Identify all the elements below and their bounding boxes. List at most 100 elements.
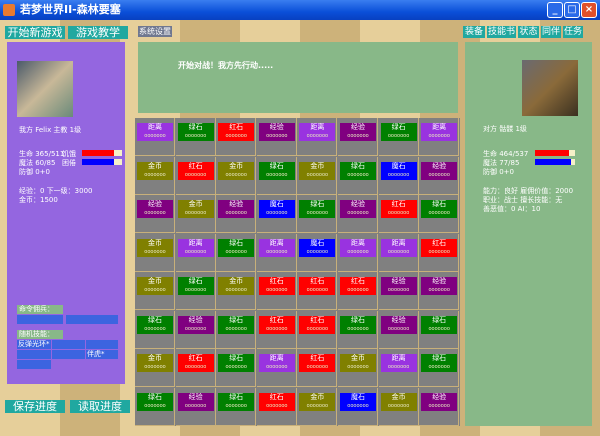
board-cell[interactable]: 绿石 ooooooo	[216, 310, 257, 349]
board-cell[interactable]: 距离 ooooooo	[338, 233, 378, 272]
skill-slot[interactable]	[52, 350, 85, 359]
gem-tile[interactable]: 经验 ooooooo	[177, 392, 214, 411]
board-cell[interactable]: 红石 ooooooo	[297, 349, 338, 387]
skill-slot[interactable]	[17, 360, 51, 369]
gem-tile[interactable]: 魔石 ooooooo	[380, 161, 417, 180]
board-cell[interactable]: 红石 ooooooo	[256, 272, 297, 310]
board-cell[interactable]: 绿石 ooooooo	[338, 310, 378, 349]
gem-tile[interactable]: 绿石 ooooooo	[218, 238, 255, 257]
settings-button[interactable]: 系统设置	[138, 26, 172, 37]
board-cell[interactable]: 绿石 ooooooo	[216, 387, 257, 426]
board-cell[interactable]: 红石 ooooooo	[297, 272, 338, 310]
board-cell[interactable]: 红石 ooooooo	[256, 310, 297, 349]
board-cell[interactable]: 魔石 ooooooo	[338, 387, 378, 426]
board-cell[interactable]: 绿石 ooooooo	[175, 118, 216, 156]
board-cell[interactable]: 经验 ooooooo	[419, 272, 460, 310]
gem-tile[interactable]: 经验 ooooooo	[380, 315, 417, 334]
board-cell[interactable]: 红石 ooooooo	[175, 349, 216, 387]
gem-tile[interactable]: 红石 ooooooo	[380, 200, 417, 218]
board-cell[interactable]: 魔石 ooooooo	[378, 156, 419, 195]
board-cell[interactable]: 红石 ooooooo	[378, 195, 419, 233]
minimize-button[interactable]: _	[547, 2, 563, 18]
gem-tile[interactable]: 绿石 ooooooo	[177, 277, 214, 295]
gem-tile[interactable]: 红石 ooooooo	[340, 277, 376, 295]
gem-tile[interactable]: 绿石 ooooooo	[218, 354, 255, 372]
gem-tile[interactable]: 经验 ooooooo	[258, 123, 295, 141]
board-cell[interactable]: 红石 ooooooo	[338, 272, 378, 310]
board-cell[interactable]: 金币 ooooooo	[216, 272, 257, 310]
gem-tile[interactable]: 金币 ooooooo	[380, 392, 417, 411]
gem-tile[interactable]: 经验 ooooooo	[340, 200, 376, 218]
gem-tile[interactable]: 红石 ooooooo	[299, 354, 336, 372]
board-cell[interactable]: 距离 ooooooo	[378, 233, 419, 272]
tab-equipment[interactable]: 装备	[463, 26, 485, 38]
gem-tile[interactable]: 红石 ooooooo	[177, 161, 214, 180]
close-button[interactable]: ×	[581, 2, 597, 18]
board-cell[interactable]: 绿石 ooooooo	[216, 233, 257, 272]
board-cell[interactable]: 距离 ooooooo	[175, 233, 216, 272]
gem-tile[interactable]: 绿石 ooooooo	[137, 392, 173, 411]
board-cell[interactable]: 绿石 ooooooo	[419, 310, 460, 349]
maximize-button[interactable]: □	[564, 2, 580, 18]
board-cell[interactable]: 经验 ooooooo	[378, 272, 419, 310]
gem-tile[interactable]: 经验 ooooooo	[340, 123, 376, 141]
gem-tile[interactable]: 红石 ooooooo	[258, 392, 295, 411]
gem-tile[interactable]: 经验 ooooooo	[218, 200, 255, 218]
gem-tile[interactable]: 红石 ooooooo	[421, 238, 458, 257]
gem-tile[interactable]: 距离 ooooooo	[421, 123, 458, 141]
gem-tile[interactable]: 绿石 ooooooo	[340, 315, 376, 334]
gem-tile[interactable]: 金币 ooooooo	[137, 277, 173, 295]
tutorial-button[interactable]: 游戏教学	[68, 26, 128, 39]
gem-tile[interactable]: 红石 ooooooo	[299, 277, 336, 295]
board-cell[interactable]: 距离 ooooooo	[419, 118, 460, 156]
board-cell[interactable]: 金币 ooooooo	[135, 156, 175, 195]
board-cell[interactable]: 红石 ooooooo	[297, 310, 338, 349]
gem-tile[interactable]: 金币 ooooooo	[137, 161, 173, 180]
gem-tile[interactable]: 距离 ooooooo	[177, 238, 214, 257]
board-cell[interactable]: 距离 ooooooo	[256, 233, 297, 272]
command-slot[interactable]	[66, 315, 118, 324]
board-cell[interactable]: 距离 ooooooo	[297, 118, 338, 156]
tab-skillbook[interactable]: 技能书	[487, 26, 516, 38]
gem-tile[interactable]: 距离 ooooooo	[380, 238, 417, 257]
board-cell[interactable]: 金币 ooooooo	[135, 272, 175, 310]
tab-quests[interactable]: 任务	[563, 26, 583, 38]
gem-tile[interactable]: 红石 ooooooo	[258, 315, 295, 334]
board-cell[interactable]: 金币 ooooooo	[297, 156, 338, 195]
gem-tile[interactable]: 距离 ooooooo	[340, 238, 376, 257]
gem-tile[interactable]: 经验 ooooooo	[380, 277, 417, 295]
gem-tile[interactable]: 魔石 ooooooo	[299, 238, 336, 257]
board-cell[interactable]: 绿石 ooooooo	[216, 349, 257, 387]
board-cell[interactable]: 绿石 ooooooo	[256, 156, 297, 195]
gem-tile[interactable]: 金币 ooooooo	[137, 354, 173, 372]
gem-tile[interactable]: 距离 ooooooo	[380, 354, 417, 372]
board-cell[interactable]: 经验 ooooooo	[216, 195, 257, 233]
gem-tile[interactable]: 绿石 ooooooo	[340, 161, 376, 180]
gem-tile[interactable]: 金币 ooooooo	[299, 392, 336, 411]
board-cell[interactable]: 绿石 ooooooo	[338, 156, 378, 195]
board-cell[interactable]: 魔石 ooooooo	[297, 233, 338, 272]
board-cell[interactable]: 金币 ooooooo	[175, 195, 216, 233]
gem-tile[interactable]: 绿石 ooooooo	[218, 392, 255, 411]
board-cell[interactable]: 金币 ooooooo	[297, 387, 338, 426]
board-cell[interactable]: 红石 ooooooo	[175, 156, 216, 195]
command-slot[interactable]	[17, 315, 63, 324]
board-cell[interactable]: 金币 ooooooo	[338, 349, 378, 387]
board-cell[interactable]: 经验 ooooooo	[378, 310, 419, 349]
tab-companions[interactable]: 同伴	[541, 26, 561, 38]
board-cell[interactable]: 绿石 ooooooo	[419, 195, 460, 233]
board-cell[interactable]: 金币 ooooooo	[135, 233, 175, 272]
gem-tile[interactable]: 经验 ooooooo	[421, 392, 458, 411]
board-cell[interactable]: 经验 ooooooo	[338, 118, 378, 156]
new-game-button[interactable]: 开始新游戏	[5, 26, 65, 39]
gem-tile[interactable]: 金币 ooooooo	[340, 354, 376, 372]
board-cell[interactable]: 绿石 ooooooo	[419, 349, 460, 387]
skill-slot[interactable]	[17, 350, 51, 359]
gem-tile[interactable]: 魔石 ooooooo	[258, 200, 295, 218]
gem-tile[interactable]: 绿石 ooooooo	[380, 123, 417, 141]
gem-tile[interactable]: 绿石 ooooooo	[137, 315, 173, 334]
skill-slot[interactable]: 反弹光环*	[17, 340, 51, 349]
gem-tile[interactable]: 距离 ooooooo	[258, 238, 295, 257]
board-cell[interactable]: 绿石 ooooooo	[135, 387, 175, 426]
board-cell[interactable]: 距离 ooooooo	[256, 349, 297, 387]
